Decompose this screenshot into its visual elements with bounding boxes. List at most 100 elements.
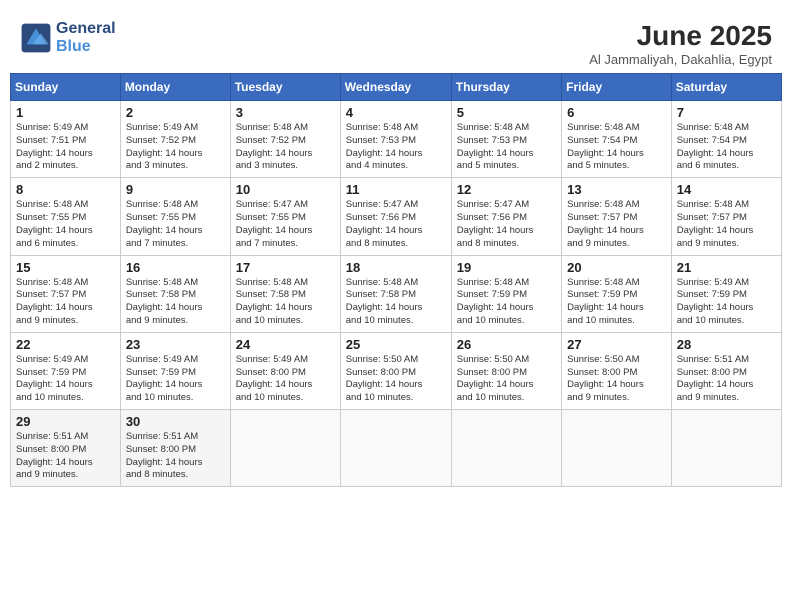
day-info: Sunrise: 5:48 AMSunset: 7:59 PMDaylight:… [567, 277, 666, 328]
day-number: 29 [16, 414, 115, 429]
calendar-week-row: 15 Sunrise: 5:48 AMSunset: 7:57 PMDayligh… [11, 255, 782, 332]
table-row: 2 Sunrise: 5:49 AMSunset: 7:52 PMDaylight… [120, 101, 230, 178]
table-row: 6 Sunrise: 5:48 AMSunset: 7:54 PMDaylight… [562, 101, 672, 178]
month-year-title: June 2025 [589, 20, 772, 52]
table-row: 11 Sunrise: 5:47 AMSunset: 7:56 PMDayligh… [340, 178, 451, 255]
table-row: 17Sunrise: 5:48 AMSunset: 7:58 PMDayligh… [230, 255, 340, 332]
logo-icon [20, 22, 52, 54]
calendar-header-row: Sunday Monday Tuesday Wednesday Thursday… [11, 74, 782, 101]
day-info: Sunrise: 5:49 AMSunset: 7:59 PMDaylight:… [16, 354, 115, 405]
table-row: 4 Sunrise: 5:48 AMSunset: 7:53 PMDaylight… [340, 101, 451, 178]
table-row: 13 Sunrise: 5:48 AMSunset: 7:57 PMDayligh… [562, 178, 672, 255]
table-row: 23 Sunrise: 5:49 AMSunset: 7:59 PMDayligh… [120, 332, 230, 409]
day-info: Sunrise: 5:48 AMSunset: 7:58 PMDaylight:… [236, 277, 335, 328]
table-row: 24Sunrise: 5:49 AMSunset: 8:00 PMDayligh… [230, 332, 340, 409]
day-number: 27 [567, 337, 666, 352]
day-number: 25 [346, 337, 446, 352]
day-number: 30 [126, 414, 225, 429]
day-info: Sunrise: 5:48 AMSunset: 7:55 PMDaylight:… [126, 199, 225, 250]
day-number: 6 [567, 105, 666, 120]
table-row: 12 Sunrise: 5:47 AMSunset: 7:56 PMDayligh… [451, 178, 561, 255]
day-info: Sunrise: 5:48 AMSunset: 7:57 PMDaylight:… [567, 199, 666, 250]
day-info: Sunrise: 5:49 AMSunset: 7:59 PMDaylight:… [677, 277, 776, 328]
day-info: Sunrise: 5:47 AMSunset: 7:56 PMDaylight:… [346, 199, 446, 250]
day-info: Sunrise: 5:47 AMSunset: 7:55 PMDaylight:… [236, 199, 335, 250]
calendar-week-row: 8Sunrise: 5:48 AMSunset: 7:55 PMDaylight… [11, 178, 782, 255]
col-sunday: Sunday [11, 74, 121, 101]
day-info: Sunrise: 5:48 AMSunset: 7:57 PMDaylight:… [677, 199, 776, 250]
calendar-week-row: 29 Sunrise: 5:51 AMSunset: 8:00 PMDayligh… [11, 410, 782, 487]
table-row: 30 Sunrise: 5:51 AMSunset: 8:00 PMDayligh… [120, 410, 230, 487]
day-info: Sunrise: 5:51 AMSunset: 8:00 PMDaylight:… [126, 431, 225, 482]
day-info: Sunrise: 5:50 AMSunset: 8:00 PMDaylight:… [457, 354, 556, 405]
table-row: 29 Sunrise: 5:51 AMSunset: 8:00 PMDayligh… [11, 410, 121, 487]
table-row: 28 Sunrise: 5:51 AMSunset: 8:00 PMDayligh… [671, 332, 781, 409]
day-number: 18 [346, 260, 446, 275]
day-info: Sunrise: 5:49 AMSunset: 7:52 PMDaylight:… [126, 122, 225, 173]
col-wednesday: Wednesday [340, 74, 451, 101]
table-row: 20Sunrise: 5:48 AMSunset: 7:59 PMDayligh… [562, 255, 672, 332]
table-row: 19 Sunrise: 5:48 AMSunset: 7:59 PMDayligh… [451, 255, 561, 332]
table-row: 18 Sunrise: 5:48 AMSunset: 7:58 PMDayligh… [340, 255, 451, 332]
page-header: General Blue June 2025 Al Jammaliyah, Da… [10, 10, 782, 73]
day-info: Sunrise: 5:48 AMSunset: 7:53 PMDaylight:… [457, 122, 556, 173]
day-number: 7 [677, 105, 776, 120]
day-info: Sunrise: 5:48 AMSunset: 7:52 PMDaylight:… [236, 122, 335, 173]
day-info: Sunrise: 5:48 AMSunset: 7:57 PMDaylight:… [16, 277, 115, 328]
calendar-week-row: 22 Sunrise: 5:49 AMSunset: 7:59 PMDayligh… [11, 332, 782, 409]
table-row: 5 Sunrise: 5:48 AMSunset: 7:53 PMDaylight… [451, 101, 561, 178]
table-row: 25Sunrise: 5:50 AMSunset: 8:00 PMDayligh… [340, 332, 451, 409]
day-info: Sunrise: 5:48 AMSunset: 7:55 PMDaylight:… [16, 199, 115, 250]
table-row: 26 Sunrise: 5:50 AMSunset: 8:00 PMDayligh… [451, 332, 561, 409]
day-number: 5 [457, 105, 556, 120]
table-row [562, 410, 672, 487]
day-info: Sunrise: 5:51 AMSunset: 8:00 PMDaylight:… [16, 431, 115, 482]
day-info: Sunrise: 5:49 AMSunset: 7:51 PMDaylight:… [16, 122, 115, 173]
logo: General Blue [20, 20, 116, 56]
day-number: 2 [126, 105, 225, 120]
table-row: 10 Sunrise: 5:47 AMSunset: 7:55 PMDayligh… [230, 178, 340, 255]
table-row: 14 Sunrise: 5:48 AMSunset: 7:57 PMDayligh… [671, 178, 781, 255]
table-row [451, 410, 561, 487]
day-number: 12 [457, 182, 556, 197]
day-info: Sunrise: 5:48 AMSunset: 7:58 PMDaylight:… [126, 277, 225, 328]
day-info: Sunrise: 5:48 AMSunset: 7:54 PMDaylight:… [677, 122, 776, 173]
table-row [230, 410, 340, 487]
day-info: Sunrise: 5:51 AMSunset: 8:00 PMDaylight:… [677, 354, 776, 405]
table-row: 15 Sunrise: 5:48 AMSunset: 7:57 PMDayligh… [11, 255, 121, 332]
day-number: 28 [677, 337, 776, 352]
day-number: 14 [677, 182, 776, 197]
day-number: 15 [16, 260, 115, 275]
table-row: 22 Sunrise: 5:49 AMSunset: 7:59 PMDayligh… [11, 332, 121, 409]
table-row: 27Sunrise: 5:50 AMSunset: 8:00 PMDayligh… [562, 332, 672, 409]
day-info: Sunrise: 5:48 AMSunset: 7:54 PMDaylight:… [567, 122, 666, 173]
table-row: 21 Sunrise: 5:49 AMSunset: 7:59 PMDayligh… [671, 255, 781, 332]
day-number: 16 [126, 260, 225, 275]
day-number: 23 [126, 337, 225, 352]
day-info: Sunrise: 5:48 AMSunset: 7:59 PMDaylight:… [457, 277, 556, 328]
day-info: Sunrise: 5:47 AMSunset: 7:56 PMDaylight:… [457, 199, 556, 250]
day-number: 21 [677, 260, 776, 275]
col-monday: Monday [120, 74, 230, 101]
day-info: Sunrise: 5:48 AMSunset: 7:58 PMDaylight:… [346, 277, 446, 328]
day-number: 1 [16, 105, 115, 120]
day-number: 19 [457, 260, 556, 275]
day-number: 9 [126, 182, 225, 197]
table-row: 8Sunrise: 5:48 AMSunset: 7:55 PMDaylight… [11, 178, 121, 255]
day-info: Sunrise: 5:49 AMSunset: 8:00 PMDaylight:… [236, 354, 335, 405]
calendar-week-row: 1 Sunrise: 5:49 AMSunset: 7:51 PMDaylight… [11, 101, 782, 178]
day-number: 10 [236, 182, 335, 197]
table-row: 9 Sunrise: 5:48 AMSunset: 7:55 PMDaylight… [120, 178, 230, 255]
day-number: 11 [346, 182, 446, 197]
day-info: Sunrise: 5:48 AMSunset: 7:53 PMDaylight:… [346, 122, 446, 173]
day-number: 4 [346, 105, 446, 120]
table-row [340, 410, 451, 487]
col-friday: Friday [562, 74, 672, 101]
day-number: 13 [567, 182, 666, 197]
day-info: Sunrise: 5:49 AMSunset: 7:59 PMDaylight:… [126, 354, 225, 405]
col-tuesday: Tuesday [230, 74, 340, 101]
day-number: 22 [16, 337, 115, 352]
day-number: 3 [236, 105, 335, 120]
day-number: 26 [457, 337, 556, 352]
col-thursday: Thursday [451, 74, 561, 101]
